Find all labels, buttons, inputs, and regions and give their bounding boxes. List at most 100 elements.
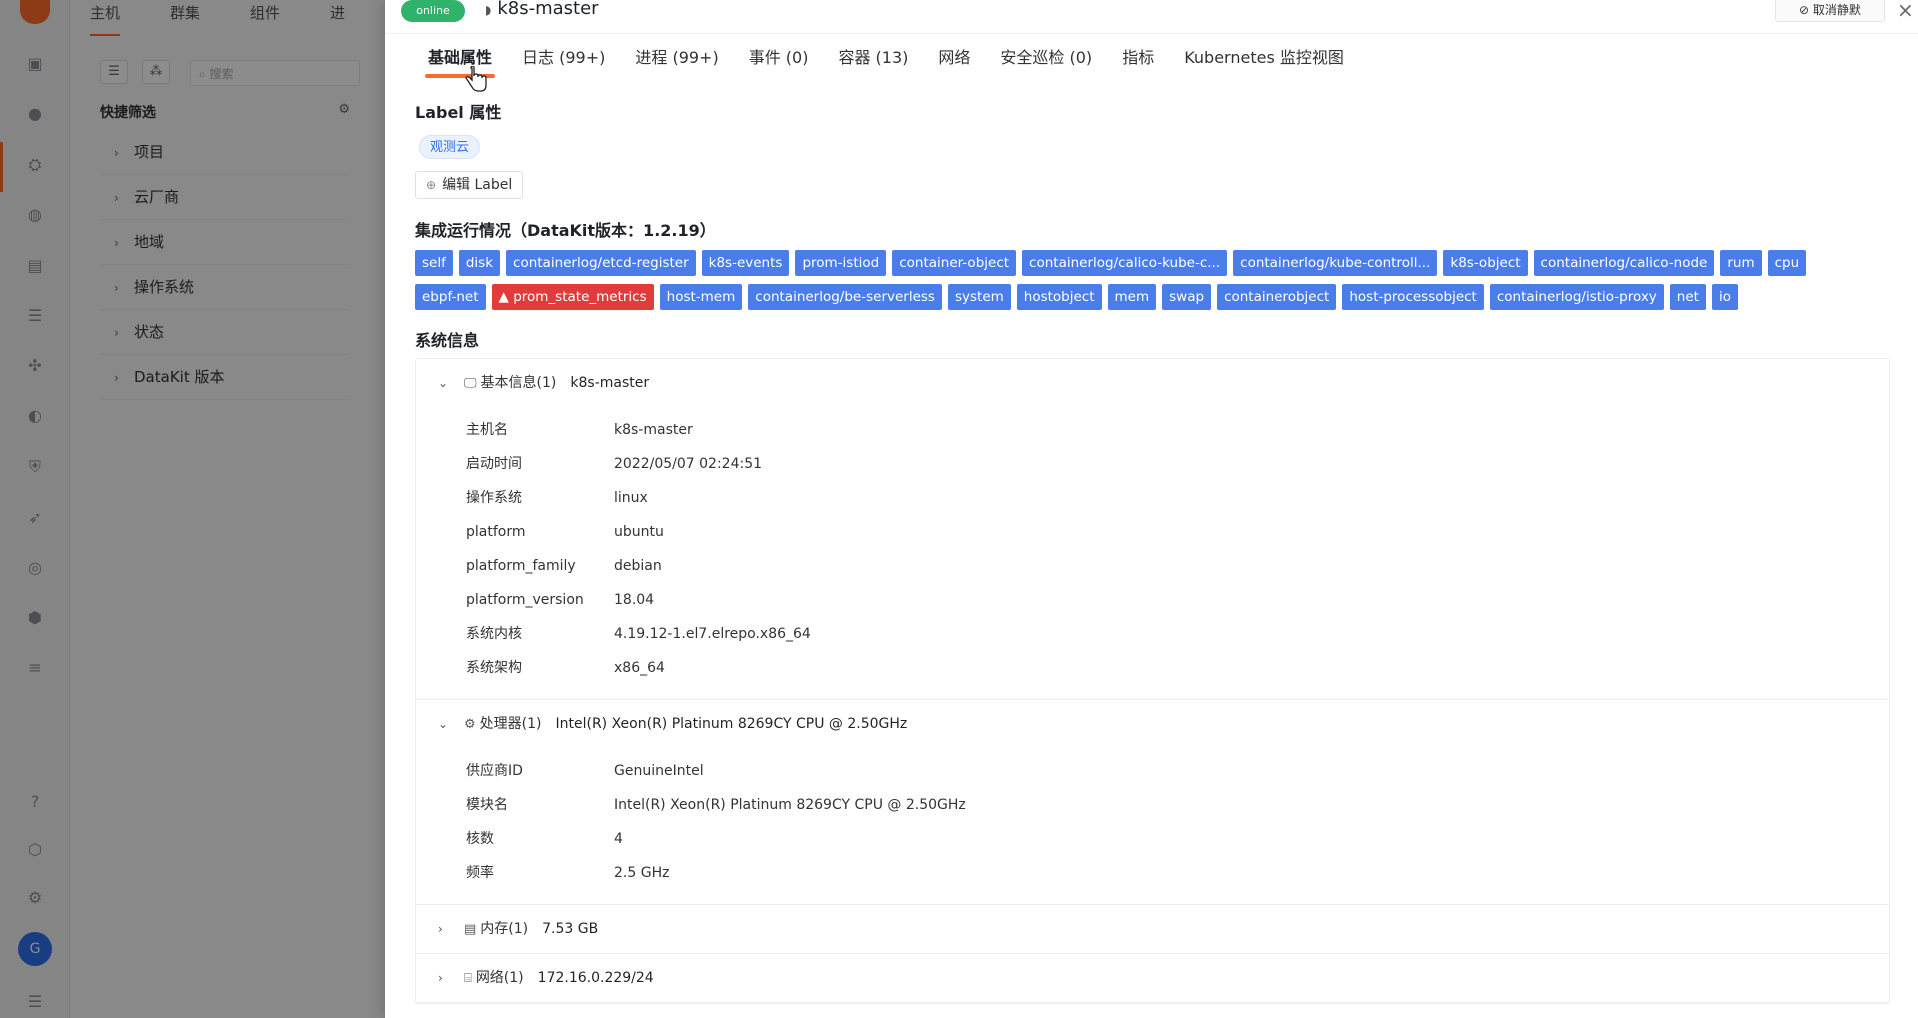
attribute-row: 核数 4: [416, 822, 1889, 856]
attribute-row: 系统内核 4.19.12-1.el7.elrepo.x86_64: [416, 617, 1889, 651]
attribute-row: 频率 2.5 GHz: [416, 856, 1889, 890]
group-header[interactable]: › ⌸ 网络(1) 172.16.0.229/24: [416, 954, 1889, 1002]
group-summary: k8s-master: [570, 375, 650, 391]
integration-row: ebpf-net ▲ prom_state_metrics host-mem cont…: [415, 284, 1865, 310]
integration-tag[interactable]: rum: [1720, 250, 1762, 276]
page-title: ◗ k8s-master: [485, 0, 599, 19]
attribute-key: platform_family: [466, 558, 576, 574]
group-header[interactable]: › ▤ 内存(1) 7.53 GB: [416, 905, 1889, 953]
integration-row: self disk containerlog/etcd-register k8s-ev…: [415, 250, 1865, 276]
attribute-value: 4.19.12-1.el7.elrepo.x86_64: [614, 626, 811, 642]
attribute-key: 启动时间: [466, 456, 522, 472]
attribute-value: 4: [614, 831, 623, 847]
close-icon[interactable]: ×: [1897, 0, 1914, 22]
chevron-right-icon[interactable]: ›: [438, 954, 464, 1002]
integration-tag[interactable]: hostobject: [1016, 284, 1102, 310]
attribute-value: debian: [614, 558, 662, 574]
integration-tag[interactable]: io: [1711, 284, 1738, 310]
attribute-row: platform ubuntu: [416, 515, 1889, 549]
host-detail-drawer: online ◗ k8s-master ⊘ 取消静默 × 基础属性 日志 (99+…: [385, 0, 1918, 1018]
integration-tag[interactable]: container-object: [892, 250, 1017, 276]
memory-icon: ▤: [464, 922, 477, 937]
unmute-button[interactable]: ⊘ 取消静默: [1775, 0, 1885, 22]
group-header[interactable]: ⌄ 🖵 基本信息(1) k8s-master: [416, 359, 1889, 407]
integration-tag[interactable]: containerlog/calico-kube-c...: [1022, 250, 1228, 276]
integration-tags: self disk containerlog/etcd-register k8s-ev…: [415, 250, 1865, 318]
group-name: 网络(1): [475, 970, 524, 986]
tab-kubernetes-view[interactable]: Kubernetes 监控视图: [1169, 46, 1359, 80]
group-summary: Intel(R) Xeon(R) Platinum 8269CY CPU @ 2…: [555, 716, 908, 732]
integration-tag[interactable]: disk: [458, 250, 501, 276]
group-header[interactable]: ⌄ ⚙ 处理器(1) Intel(R) Xeon(R) Platinum 8269CY…: [416, 700, 1889, 748]
integration-tag[interactable]: containerlog/etcd-register: [506, 250, 696, 276]
label-tag[interactable]: 观测云: [419, 135, 481, 159]
integration-tag[interactable]: containerlog/be-serverless: [748, 284, 942, 310]
integration-tag[interactable]: containerlog/calico-node: [1533, 250, 1715, 276]
attribute-key: 模块名: [466, 797, 508, 813]
attribute-row: 系统架构 x86_64: [416, 651, 1889, 685]
integration-section-title: 集成运行情况（DataKit版本：1.2.19）: [415, 221, 716, 240]
monitor-icon: 🖵: [464, 376, 477, 391]
chevron-right-icon[interactable]: ›: [438, 905, 464, 953]
tab-events[interactable]: 事件 (0): [734, 46, 824, 80]
attribute-value: linux: [614, 490, 648, 506]
edit-label-button[interactable]: ⊕ 编辑 Label: [415, 171, 524, 199]
tab-processes[interactable]: 进程 (99+): [620, 46, 733, 80]
attribute-row: 主机名 k8s-master: [416, 413, 1889, 447]
integration-tag[interactable]: k8s-object: [1443, 250, 1528, 276]
tab-basic-attributes[interactable]: 基础属性: [413, 46, 507, 80]
system-info-group: ⌄ 🖵 基本信息(1) k8s-master 主机名 k8s-master 启动时间 2022…: [416, 359, 1889, 700]
integration-tag[interactable]: system: [947, 284, 1011, 310]
tab-security-check[interactable]: 安全巡检 (0): [985, 46, 1107, 80]
attribute-row: 供应商ID GenuineIntel: [416, 754, 1889, 788]
integration-tag[interactable]: prom-istiod: [795, 250, 887, 276]
network-icon: ⌸: [464, 971, 472, 986]
group-summary: 172.16.0.229/24: [537, 970, 654, 986]
cpu-icon: ⚙: [464, 717, 476, 732]
integration-tag[interactable]: host-mem: [659, 284, 743, 310]
system-info-group: › ⌸ 网络(1) 172.16.0.229/24: [416, 954, 1889, 1003]
integration-tag[interactable]: mem: [1107, 284, 1157, 310]
tab-logs[interactable]: 日志 (99+): [507, 46, 620, 80]
tab-containers[interactable]: 容器 (13): [823, 46, 923, 80]
integration-tag[interactable]: containerlog/istio-proxy: [1489, 284, 1664, 310]
integration-tag[interactable]: host-processobject: [1342, 284, 1484, 310]
plus-circle-icon: ⊕: [426, 178, 437, 192]
host-icon: ◗: [485, 3, 492, 17]
attribute-key: 主机名: [466, 422, 508, 438]
attribute-row: 启动时间 2022/05/07 02:24:51: [416, 447, 1889, 481]
integration-tag[interactable]: swap: [1162, 284, 1212, 310]
chevron-down-icon[interactable]: ⌄: [438, 359, 464, 407]
drawer-header: online ◗ k8s-master ⊘ 取消静默 ×: [385, 0, 1918, 34]
integration-tag[interactable]: k8s-events: [701, 250, 790, 276]
chevron-down-icon[interactable]: ⌄: [438, 700, 464, 748]
hand-cursor-icon: [465, 66, 487, 92]
attribute-value: GenuineIntel: [614, 763, 704, 779]
label-section-title: Label 属性: [415, 103, 502, 122]
integration-tag[interactable]: self: [415, 250, 453, 276]
attribute-value: 2022/05/07 02:24:51: [614, 456, 763, 472]
attribute-value: x86_64: [614, 660, 665, 676]
modal-overlay[interactable]: [0, 0, 385, 1018]
bell-off-icon: ⊘: [1799, 3, 1813, 17]
attribute-key: 核数: [466, 831, 494, 847]
attribute-row: platform_version 18.04: [416, 583, 1889, 617]
attribute-value: k8s-master: [614, 422, 693, 438]
attribute-key: platform: [466, 524, 526, 540]
group-name: 基本信息(1): [480, 375, 557, 391]
integration-tag[interactable]: containerobject: [1217, 284, 1337, 310]
group-name: 处理器(1): [479, 716, 542, 732]
integration-tag[interactable]: containerlog/kube-controll...: [1233, 250, 1438, 276]
tab-network[interactable]: 网络: [923, 46, 985, 80]
attribute-key: 系统架构: [466, 660, 522, 676]
tab-metrics[interactable]: 指标: [1107, 46, 1169, 80]
group-summary: 7.53 GB: [542, 921, 599, 937]
integration-tag[interactable]: cpu: [1767, 250, 1807, 276]
system-info-title: 系统信息: [415, 331, 480, 350]
integration-tag[interactable]: net: [1669, 284, 1706, 310]
integration-tag[interactable]: ebpf-net: [415, 284, 486, 310]
status-badge: online: [401, 0, 465, 22]
attribute-value: 18.04: [614, 592, 655, 608]
attribute-key: 系统内核: [466, 626, 522, 642]
integration-tag[interactable]: ▲ prom_state_metrics: [491, 284, 654, 310]
